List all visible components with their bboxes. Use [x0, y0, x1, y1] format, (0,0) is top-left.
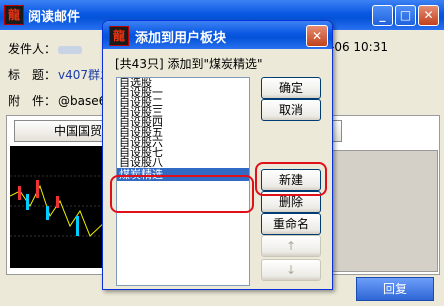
- stock-chart-image: [10, 146, 106, 268]
- chart-graphic: [10, 175, 106, 237]
- subject-label: 标 题：: [8, 68, 57, 82]
- move-down-button[interactable]: ↓: [261, 259, 321, 281]
- mail-window-title: 阅读邮件: [28, 10, 81, 25]
- dialog-title-bar: 龍 添加到用户板块 ✕: [103, 21, 332, 49]
- highlight-ring-selection: [110, 175, 254, 213]
- app-logo-icon: 龍: [109, 26, 129, 46]
- app-logo-icon: 龍: [4, 5, 24, 25]
- list-item[interactable]: 自设股八: [117, 157, 249, 168]
- highlight-ring-new: [255, 162, 327, 196]
- dialog-close-button[interactable]: ✕: [306, 25, 328, 47]
- attach-row: 附 件： @base64: [8, 92, 114, 109]
- cancel-button[interactable]: 取消: [261, 99, 321, 121]
- move-up-button[interactable]: ↑: [261, 235, 321, 257]
- screenshot-thumbnail: [332, 150, 438, 272]
- mail-date: -06 10:31: [330, 40, 388, 54]
- subject-row: 标 题： v407群发: [8, 66, 112, 83]
- from-label: 发件人：: [8, 42, 57, 56]
- dialog-title: 添加到用户板块: [135, 31, 227, 46]
- from-value-redacted: [58, 45, 82, 54]
- maximize-button[interactable]: □: [395, 5, 416, 26]
- from-row: 发件人：: [8, 40, 82, 57]
- close-button[interactable]: ✕: [418, 5, 439, 26]
- dialog-info-text: [共43只] 添加到"煤炭精选": [115, 57, 263, 71]
- ok-button[interactable]: 确定: [261, 77, 321, 99]
- reply-button[interactable]: 回复: [356, 277, 434, 301]
- minimize-button[interactable]: _: [372, 5, 393, 26]
- attach-label: 附 件：: [8, 94, 57, 108]
- add-to-block-dialog: 龍 添加到用户板块 ✕ [共43只] 添加到"煤炭精选" 自选股 自设股一 自设股二…: [102, 20, 333, 290]
- rename-button[interactable]: 重命名: [261, 213, 321, 235]
